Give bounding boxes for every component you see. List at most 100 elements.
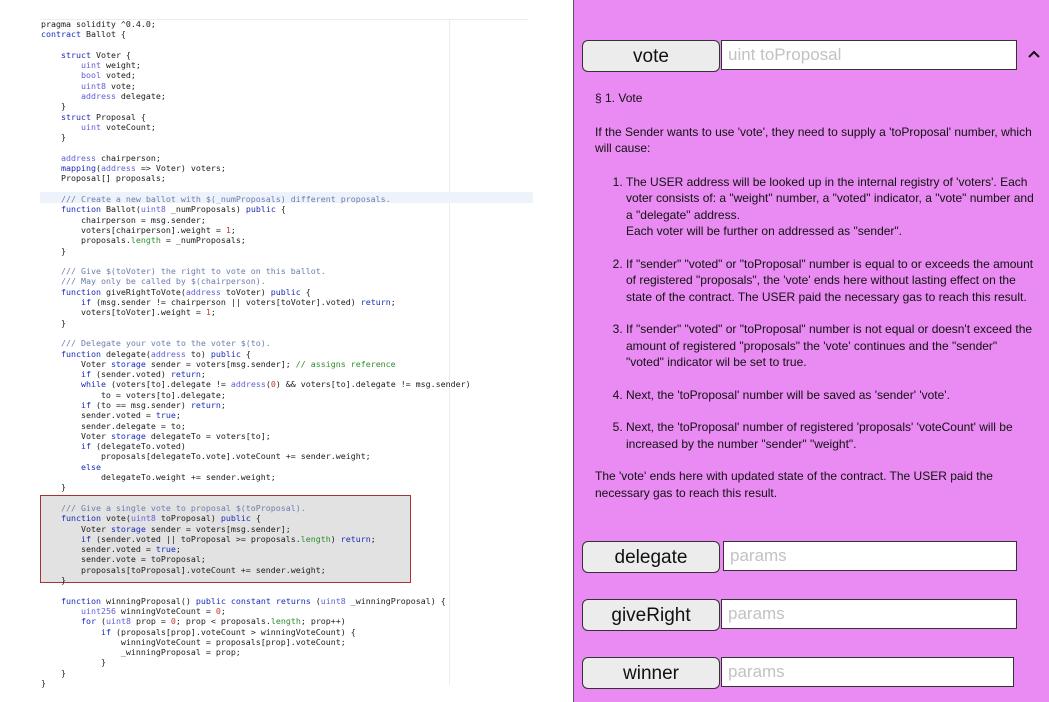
- code-line[interactable]: uint voteCount;: [41, 122, 471, 132]
- code-line[interactable]: address delegate;: [41, 91, 471, 101]
- give-right-input[interactable]: [721, 599, 1017, 629]
- code-line[interactable]: [41, 328, 471, 338]
- code-token: {: [300, 286, 311, 297]
- code-line[interactable]: sender.delegate = to;: [41, 421, 471, 431]
- code-line[interactable]: _winningProposal = prop;: [41, 647, 471, 657]
- code-line[interactable]: contract Ballot {: [41, 29, 471, 39]
- code-token: address: [150, 348, 186, 359]
- code-text[interactable]: pragma solidity ^0.4.0; contract Ballot {…: [41, 19, 471, 688]
- code-line[interactable]: function Ballot(uint8 _numProposals) pub…: [41, 204, 471, 214]
- code-line[interactable]: /// Give a single vote to proposal $(toP…: [41, 503, 471, 513]
- code-line[interactable]: }: [41, 657, 471, 667]
- code-line[interactable]: function delegate(address to) public {: [41, 349, 471, 359]
- code-line[interactable]: Voter storage sender = voters[msg.sender…: [41, 524, 471, 534]
- code-line[interactable]: for (uint8 prop = 0; prop < proposals.le…: [41, 616, 471, 626]
- delegate-button[interactable]: delegate: [582, 541, 720, 573]
- code-token: public: [220, 513, 251, 524]
- code-line[interactable]: /// Delegate your vote to the voter $(to…: [41, 338, 471, 348]
- code-line[interactable]: uint256 winningVoteCount = 0;: [41, 606, 471, 616]
- code-line[interactable]: voters[chairperson].weight = 1;: [41, 225, 471, 235]
- winner-input[interactable]: [721, 657, 1014, 687]
- give-right-button[interactable]: giveRight: [582, 599, 720, 631]
- code-line[interactable]: pragma solidity ^0.4.0;: [41, 19, 471, 29]
- code-line[interactable]: sender.vote = toProposal;: [41, 554, 471, 564]
- code-line[interactable]: function winningProposal() public consta…: [41, 596, 471, 606]
- code-token: struct: [60, 49, 91, 60]
- code-line[interactable]: [41, 493, 471, 503]
- code-line[interactable]: else: [41, 462, 471, 472]
- code-token: if: [80, 533, 91, 544]
- code-line[interactable]: /// May only be called by $(chairperson)…: [41, 276, 471, 286]
- vote-input[interactable]: [721, 40, 1017, 70]
- code-token: (: [310, 595, 321, 606]
- code-line[interactable]: }: [41, 482, 471, 492]
- code-line[interactable]: while (voters[to].delegate != address(0)…: [41, 379, 471, 389]
- code-line[interactable]: Voter storage delegateTo = voters[to];: [41, 431, 471, 441]
- code-line[interactable]: uint weight;: [41, 60, 471, 70]
- code-token: giveRightToVote(: [100, 286, 186, 297]
- code-line[interactable]: function giveRightToVote(address toVoter…: [41, 287, 471, 297]
- code-token: winningVoteCount =: [115, 605, 216, 616]
- code-token: proposals[delegateTo.vote].voteCount += …: [41, 451, 371, 462]
- code-token: return: [170, 369, 201, 380]
- code-line[interactable]: /// Create a new ballot with $(_numPropo…: [41, 194, 471, 204]
- code-line[interactable]: winningVoteCount = proposals[prop].voteC…: [41, 637, 471, 647]
- code-line[interactable]: voters[toVoter].weight = 1;: [41, 307, 471, 317]
- code-line[interactable]: [41, 256, 471, 266]
- code-line[interactable]: chairperson = msg.sender;: [41, 215, 471, 225]
- code-line[interactable]: if (sender.voted || toProposal >= propos…: [41, 534, 471, 544]
- code-token: ): [330, 533, 341, 544]
- code-line[interactable]: if (to == msg.sender) return;: [41, 400, 471, 410]
- code-token: }: [41, 667, 66, 678]
- code-line[interactable]: mapping(address => Voter) voters;: [41, 163, 471, 173]
- delegate-input[interactable]: [723, 541, 1017, 571]
- code-line[interactable]: struct Voter {: [41, 50, 471, 60]
- code-line[interactable]: [41, 143, 471, 153]
- code-line[interactable]: }: [41, 132, 471, 142]
- code-line[interactable]: if (proposals[prop].voteCount > winningV…: [41, 627, 471, 637]
- code-line[interactable]: sender.voted = true;: [41, 410, 471, 420]
- code-line[interactable]: [41, 585, 471, 595]
- code-line[interactable]: }: [41, 318, 471, 328]
- vote-button[interactable]: vote: [582, 40, 720, 72]
- code-line[interactable]: }: [41, 678, 471, 688]
- code-token: uint: [80, 60, 101, 71]
- code-token: true: [155, 410, 176, 421]
- code-line[interactable]: /// Give $(toVoter) the right to vote on…: [41, 266, 471, 276]
- code-line[interactable]: address chairperson;: [41, 153, 471, 163]
- code-line[interactable]: [41, 184, 471, 194]
- code-line[interactable]: proposals[delegateTo.vote].voteCount += …: [41, 451, 471, 461]
- code-line[interactable]: if (delegateTo.voted): [41, 441, 471, 451]
- code-token: /// Give $(toVoter) the right to vote on…: [60, 266, 326, 277]
- chevron-up-icon[interactable]: [1026, 46, 1042, 62]
- code-line[interactable]: Voter storage sender = voters[msg.sender…: [41, 359, 471, 369]
- code-token: winningProposal(): [100, 595, 196, 606]
- code-token: vote(: [100, 513, 131, 524]
- code-line[interactable]: if (msg.sender != chairperson || voters[…: [41, 297, 471, 307]
- code-line[interactable]: bool voted;: [41, 70, 471, 80]
- code-line[interactable]: to = voters[to].delegate;: [41, 390, 471, 400]
- winner-button[interactable]: winner: [582, 657, 720, 689]
- code-line[interactable]: [41, 40, 471, 50]
- code-line[interactable]: struct Proposal {: [41, 112, 471, 122]
- code-line[interactable]: proposals.length = _numProposals;: [41, 235, 471, 245]
- code-line[interactable]: }: [41, 246, 471, 256]
- code-token: (delegateTo.voted): [90, 441, 186, 452]
- code-line[interactable]: }: [41, 668, 471, 678]
- code-line[interactable]: if (sender.voted) return;: [41, 369, 471, 379]
- code-line[interactable]: uint8 vote;: [41, 81, 471, 91]
- code-token: {: [240, 348, 251, 359]
- code-line[interactable]: function vote(uint8 toProposal) public {: [41, 513, 471, 523]
- code-line[interactable]: proposals[toProposal].voteCount += sende…: [41, 565, 471, 575]
- code-line[interactable]: }: [41, 101, 471, 111]
- code-editor[interactable]: pragma solidity ^0.4.0; contract Ballot {…: [0, 0, 573, 702]
- code-line[interactable]: delegateTo.weight += sender.weight;: [41, 472, 471, 482]
- code-line[interactable]: }: [41, 575, 471, 585]
- code-token: returns: [275, 595, 311, 606]
- doc-step-3: If "sender" "voted" or "toProposal" numb…: [626, 321, 1035, 371]
- code-line[interactable]: sender.voted = true;: [41, 544, 471, 554]
- code-line[interactable]: Proposal[] proposals;: [41, 173, 471, 183]
